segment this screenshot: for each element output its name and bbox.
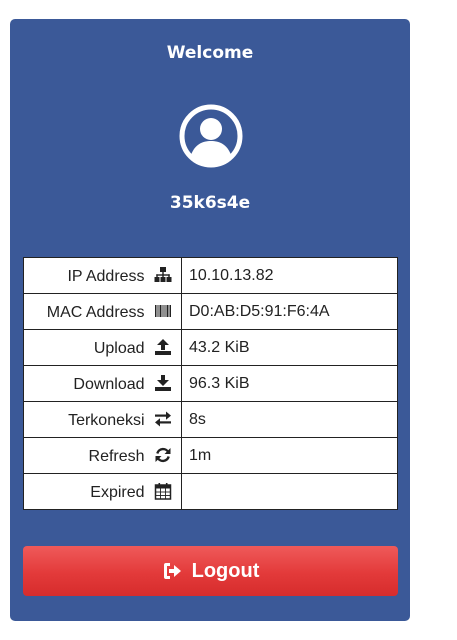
row-label-cell: Terkoneksi — [23, 401, 182, 438]
download-label: Download — [73, 375, 145, 393]
row-label-cell: Expired — [23, 473, 182, 510]
table-row: Expired — [23, 473, 398, 510]
ip-address-value: 10.10.13.82 — [181, 257, 398, 294]
username: 35k6s4e — [169, 193, 251, 213]
upload-icon — [154, 338, 172, 356]
ip-address-label: IP Address — [67, 267, 145, 285]
table-row: Download 96.3 KiB — [23, 365, 398, 402]
row-label-cell: MAC Address — [23, 293, 182, 330]
refresh-label: Refresh — [88, 447, 145, 465]
barcode-icon — [154, 302, 172, 320]
logout-button[interactable]: Logout — [23, 546, 398, 596]
row-label-cell: Refresh — [23, 437, 182, 474]
table-row: Terkoneksi 8s — [23, 401, 398, 438]
sign-out-icon — [162, 561, 182, 581]
connected-label: Terkoneksi — [68, 411, 145, 429]
sitemap-icon — [154, 266, 172, 284]
table-row: Refresh 1m — [23, 437, 398, 474]
row-label-cell: Upload — [23, 329, 182, 366]
download-value: 96.3 KiB — [181, 365, 398, 402]
exchange-icon — [154, 410, 172, 428]
welcome-heading: Welcome — [166, 43, 254, 63]
session-info-table: IP Address 10.10.13.82 MAC Address D0:AB… — [23, 257, 398, 510]
refresh-icon — [154, 446, 172, 464]
table-row: Upload 43.2 KiB — [23, 329, 398, 366]
upload-value: 43.2 KiB — [181, 329, 398, 366]
download-icon — [154, 374, 172, 392]
refresh-value: 1m — [181, 437, 398, 474]
expired-value — [181, 473, 398, 510]
calendar-icon — [154, 482, 172, 500]
connected-value: 8s — [181, 401, 398, 438]
mac-address-value: D0:AB:D5:91:F6:4A — [181, 293, 398, 330]
user-circle-icon — [179, 104, 243, 168]
row-label-cell: IP Address — [23, 257, 182, 294]
logout-label: Logout — [191, 559, 260, 582]
upload-label: Upload — [93, 339, 145, 357]
mac-address-label: MAC Address — [46, 303, 145, 321]
table-row: IP Address 10.10.13.82 — [23, 257, 398, 294]
table-row: MAC Address D0:AB:D5:91:F6:4A — [23, 293, 398, 330]
expired-label: Expired — [90, 483, 145, 501]
row-label-cell: Download — [23, 365, 182, 402]
